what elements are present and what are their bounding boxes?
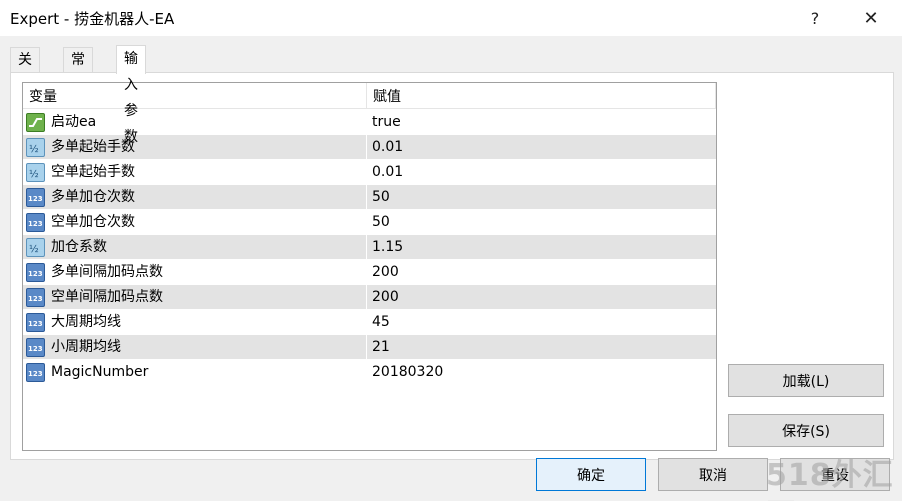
parameter-row[interactable]: 123 空单间隔加码点数 200: [23, 285, 716, 310]
parameter-value[interactable]: 50: [367, 185, 716, 210]
parameter-name: 小周期均线: [23, 335, 367, 360]
parameter-row[interactable]: 123 空单加仓次数 50: [23, 210, 716, 235]
parameter-name: 多单加仓次数: [23, 185, 367, 210]
close-button[interactable]: ✕: [848, 0, 894, 36]
parameter-value[interactable]: 50: [367, 210, 716, 235]
save-button[interactable]: 保存(S): [728, 414, 884, 447]
parameter-name: 空单起始手数: [23, 160, 367, 185]
tab-about[interactable]: 关于: [10, 47, 40, 92]
parameter-row[interactable]: 123 小周期均线 21: [23, 335, 716, 360]
parameter-name: 启动ea: [23, 110, 367, 135]
parameter-row[interactable]: ½ 加仓系数 1.15: [23, 235, 716, 260]
parameter-value[interactable]: 1.15: [367, 235, 716, 260]
parameter-value[interactable]: 0.01: [367, 135, 716, 160]
parameter-row[interactable]: 123 MagicNumber 20180320: [23, 360, 716, 385]
help-button[interactable]: ?: [792, 0, 838, 36]
parameter-row[interactable]: 123 多单间隔加码点数 200: [23, 260, 716, 285]
parameter-value[interactable]: true: [367, 110, 716, 135]
parameter-value[interactable]: 200: [367, 260, 716, 285]
parameter-name: 加仓系数: [23, 235, 367, 260]
parameter-value[interactable]: 20180320: [367, 360, 716, 385]
parameter-name: MagicNumber: [23, 360, 367, 385]
ok-button[interactable]: 确定: [536, 458, 646, 491]
load-button[interactable]: 加载(L): [728, 364, 884, 397]
parameter-row[interactable]: ½ 空单起始手数 0.01: [23, 160, 716, 185]
parameter-value[interactable]: 21: [367, 335, 716, 360]
parameter-row[interactable]: 123 大周期均线 45: [23, 310, 716, 335]
column-header-value[interactable]: 赋值: [367, 83, 716, 109]
parameter-row[interactable]: 123 多单加仓次数 50: [23, 185, 716, 210]
cancel-button[interactable]: 取消: [658, 458, 768, 491]
column-header-variable[interactable]: 变量: [23, 83, 367, 109]
parameter-name: 空单间隔加码点数: [23, 285, 367, 310]
parameter-value[interactable]: 200: [367, 285, 716, 310]
tab-inputs[interactable]: 输入参数: [116, 45, 146, 145]
window-title: Expert - 捞金机器人-EA: [10, 10, 175, 28]
parameter-name: 多单间隔加码点数: [23, 260, 367, 285]
parameter-value[interactable]: 45: [367, 310, 716, 335]
tab-common[interactable]: 常用: [63, 47, 93, 92]
parameter-name: 多单起始手数: [23, 135, 367, 160]
parameter-name: 空单加仓次数: [23, 210, 367, 235]
watermark-logo: 518外汇网: [766, 458, 894, 501]
parameter-value[interactable]: 0.01: [367, 160, 716, 185]
title-bar: Expert - 捞金机器人-EA ? ✕: [0, 0, 902, 36]
parameter-name: 大周期均线: [23, 310, 367, 335]
